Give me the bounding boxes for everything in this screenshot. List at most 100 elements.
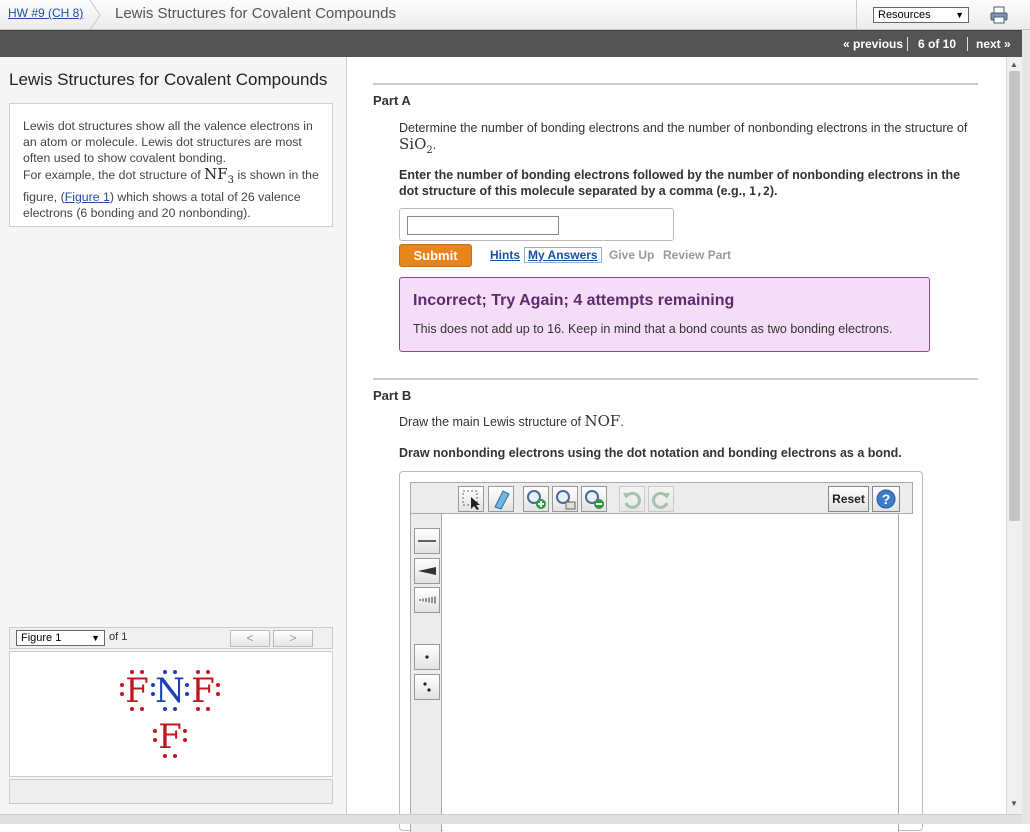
nav-divider bbox=[907, 37, 908, 51]
question-text: Draw the main Lewis structure of bbox=[399, 415, 585, 429]
zoom-in-icon bbox=[527, 490, 546, 509]
help-button[interactable]: ? bbox=[872, 486, 900, 512]
part-b-instruction: Draw nonbonding electrons using the dot … bbox=[399, 446, 902, 460]
eraser-tool-button[interactable] bbox=[488, 486, 514, 512]
previous-link[interactable]: « previous bbox=[843, 37, 903, 51]
item-position: 6 of 10 bbox=[918, 37, 957, 51]
feedback-title: Incorrect; Try Again; 4 attempts remaini… bbox=[413, 292, 735, 309]
help-icon: ? bbox=[876, 489, 896, 509]
instruction-text: ). bbox=[769, 184, 778, 198]
lone-pair-icon bbox=[423, 682, 431, 692]
part-b-question: Draw the main Lewis structure of NOF. bbox=[399, 413, 624, 430]
lewis-structure-editor: Reset ? bbox=[399, 471, 923, 832]
part-divider bbox=[373, 378, 978, 380]
assignment-nav-bar: « previous 6 of 10 next » bbox=[0, 30, 1022, 57]
wedge-bond-icon bbox=[418, 567, 436, 575]
resources-label: Resources bbox=[878, 9, 931, 21]
redo-button[interactable] bbox=[648, 486, 674, 512]
reset-button[interactable]: Reset bbox=[828, 486, 869, 512]
resources-dropdown[interactable]: Resources ▼ bbox=[873, 7, 969, 23]
window-edge bbox=[1022, 30, 1030, 824]
nof-formula: NOF bbox=[584, 412, 621, 430]
intro-text-box: Lewis dot structures show all the valenc… bbox=[9, 103, 333, 227]
give-up-link[interactable]: Give Up bbox=[609, 248, 654, 262]
help-glyph: ? bbox=[882, 491, 891, 507]
zoom-out-button[interactable] bbox=[581, 486, 607, 512]
zoom-in-button[interactable] bbox=[523, 486, 549, 512]
wedge-bond-tool[interactable] bbox=[414, 558, 440, 584]
figure-panel: F N F F bbox=[9, 651, 333, 777]
atom-f-left: F bbox=[125, 671, 149, 711]
answer-input[interactable] bbox=[407, 216, 559, 235]
editor-toolbar: Reset ? bbox=[410, 482, 913, 514]
undo-icon bbox=[623, 491, 641, 509]
left-info-pane: Lewis Structures for Covalent Compounds … bbox=[0, 57, 347, 824]
review-part-link[interactable]: Review Part bbox=[663, 248, 731, 262]
print-icon[interactable] bbox=[990, 6, 1008, 24]
instruction-example: 1,2 bbox=[749, 184, 770, 198]
nf3-formula: NF3 bbox=[204, 165, 234, 186]
zoom-out-icon bbox=[585, 490, 604, 509]
single-bond-tool[interactable] bbox=[414, 528, 440, 554]
top-bar: HW #9 (CH 8) Lewis Structures for Covale… bbox=[0, 0, 1030, 30]
part-divider bbox=[373, 83, 978, 85]
atom-f-right: F bbox=[191, 671, 215, 711]
scroll-up-arrow-icon[interactable]: ▲ bbox=[1010, 60, 1018, 69]
figure-next-button[interactable]: > bbox=[273, 630, 313, 647]
atom-f-bottom: F bbox=[158, 717, 182, 757]
sio2-formula: SiO2 bbox=[399, 135, 433, 156]
editor-side-toolbar bbox=[410, 514, 442, 832]
nf3-lewis-structure-figure: F N F F bbox=[120, 670, 220, 758]
formula-text: NF bbox=[204, 165, 228, 183]
figure-caption-bar bbox=[9, 779, 333, 804]
bottom-bar bbox=[0, 814, 1022, 824]
page-title: Lewis Structures for Covalent Compounds bbox=[115, 5, 396, 22]
redo-icon bbox=[652, 491, 670, 509]
question-text: . bbox=[432, 138, 437, 152]
part-a-question: Determine the number of bonding electron… bbox=[399, 120, 979, 159]
dropdown-arrow-icon: ▼ bbox=[91, 633, 100, 643]
single-bond-icon bbox=[418, 540, 436, 542]
figure-1-link[interactable]: Figure 1 bbox=[65, 190, 110, 204]
lone-pair-tool[interactable] bbox=[414, 674, 440, 700]
my-answers-link[interactable]: My Answers bbox=[524, 247, 602, 263]
next-link[interactable]: next » bbox=[976, 37, 1011, 51]
part-a-instruction: Enter the number of bonding electrons fo… bbox=[399, 167, 979, 199]
dropdown-arrow-icon: ▼ bbox=[955, 10, 964, 20]
instruction-text: Enter the number of bonding electrons fo… bbox=[399, 168, 961, 198]
hash-bond-icon bbox=[419, 596, 436, 604]
part-b-title: Part B bbox=[373, 388, 412, 403]
atom-n-center: N bbox=[155, 671, 185, 711]
figure-select[interactable]: Figure 1 ▼ bbox=[16, 630, 105, 646]
single-dot-icon bbox=[425, 655, 429, 659]
hash-bond-tool[interactable] bbox=[414, 587, 440, 613]
figure-toolbar: Figure 1 ▼ of 1 < > bbox=[9, 627, 333, 649]
nav-divider bbox=[967, 37, 968, 51]
formula-text: SiO bbox=[399, 135, 427, 153]
undo-button[interactable] bbox=[619, 486, 645, 512]
feedback-message: This does not add up to 16. Keep in mind… bbox=[413, 322, 893, 336]
left-pane-title: Lewis Structures for Covalent Compounds bbox=[9, 70, 328, 89]
intro-paragraph-1: Lewis dot structures show all the valenc… bbox=[23, 119, 313, 165]
zoom-fit-icon bbox=[556, 490, 576, 510]
breadcrumb-assignment-link[interactable]: HW #9 (CH 8) bbox=[8, 6, 83, 20]
part-a-title: Part A bbox=[373, 93, 411, 108]
breadcrumb-separator-icon bbox=[89, 0, 101, 30]
single-electron-tool[interactable] bbox=[414, 644, 440, 670]
zoom-fit-button[interactable] bbox=[552, 486, 578, 512]
main-content: Part A Determine the number of bonding e… bbox=[348, 57, 1006, 832]
submit-button[interactable]: Submit bbox=[399, 244, 472, 267]
main-scrollbar[interactable]: ▲ ▼ bbox=[1006, 57, 1022, 814]
question-text: Determine the number of bonding electron… bbox=[399, 121, 968, 135]
eraser-icon bbox=[494, 490, 510, 510]
feedback-box: Incorrect; Try Again; 4 attempts remaini… bbox=[399, 277, 930, 352]
hints-link[interactable]: Hints bbox=[490, 248, 520, 262]
select-tool-button[interactable] bbox=[458, 486, 484, 512]
figure-select-value: Figure 1 bbox=[21, 632, 62, 644]
answer-box bbox=[399, 208, 674, 241]
scroll-down-arrow-icon[interactable]: ▼ bbox=[1010, 799, 1018, 808]
question-text: . bbox=[620, 415, 624, 429]
figure-prev-button[interactable]: < bbox=[230, 630, 270, 647]
drawing-canvas[interactable] bbox=[443, 514, 899, 832]
scroll-thumb[interactable] bbox=[1009, 71, 1020, 521]
